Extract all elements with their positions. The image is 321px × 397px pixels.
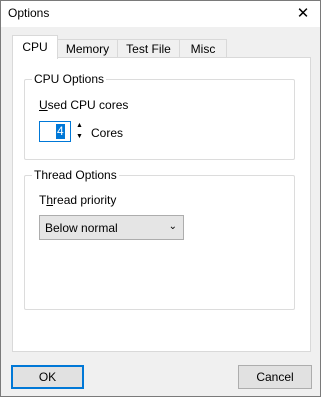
thread-options-legend: Thread Options [32,168,119,182]
window-title: Options [8,6,50,20]
thread-priority-label: Thread priority [39,193,117,207]
cpu-options-legend: CPU Options [32,72,107,86]
tab-misc[interactable]: Misc [179,39,227,59]
cancel-button[interactable]: Cancel [238,365,312,389]
cpu-cores-input[interactable]: 4 [39,121,71,142]
tab-cpu-label: CPU [22,40,48,54]
close-icon[interactable]: ✕ [292,3,314,25]
thread-priority-value: Below normal [45,221,118,235]
tab-panel-cpu: CPU Options Used CPU cores 4 ▲ ▼ Cores T… [12,57,311,352]
tab-memory[interactable]: Memory [57,39,118,59]
spin-down-icon[interactable]: ▼ [73,132,86,142]
cpu-cores-stepper[interactable]: ▲ ▼ [73,121,86,142]
options-dialog: Options ✕ CPU Memory Test File Misc CPU … [0,0,321,397]
title-bar: Options ✕ [1,1,320,27]
cores-unit-label: Cores [91,126,124,140]
tab-memory-label: Memory [65,42,110,56]
tab-test-file-label: Test File [126,42,171,56]
used-cpu-cores-label: Used CPU cores [39,98,129,112]
cpu-cores-value: 4 [56,124,65,139]
cpu-options-group: CPU Options [24,72,295,160]
tab-misc-label: Misc [190,42,216,56]
ok-button[interactable]: OK [11,365,84,389]
tab-test-file[interactable]: Test File [117,39,180,59]
chevron-down-icon: ⌄ [168,221,177,232]
thread-priority-select[interactable]: Below normal ⌄ [39,215,184,240]
spin-up-icon[interactable]: ▲ [73,121,86,131]
tab-cpu[interactable]: CPU [12,35,58,59]
